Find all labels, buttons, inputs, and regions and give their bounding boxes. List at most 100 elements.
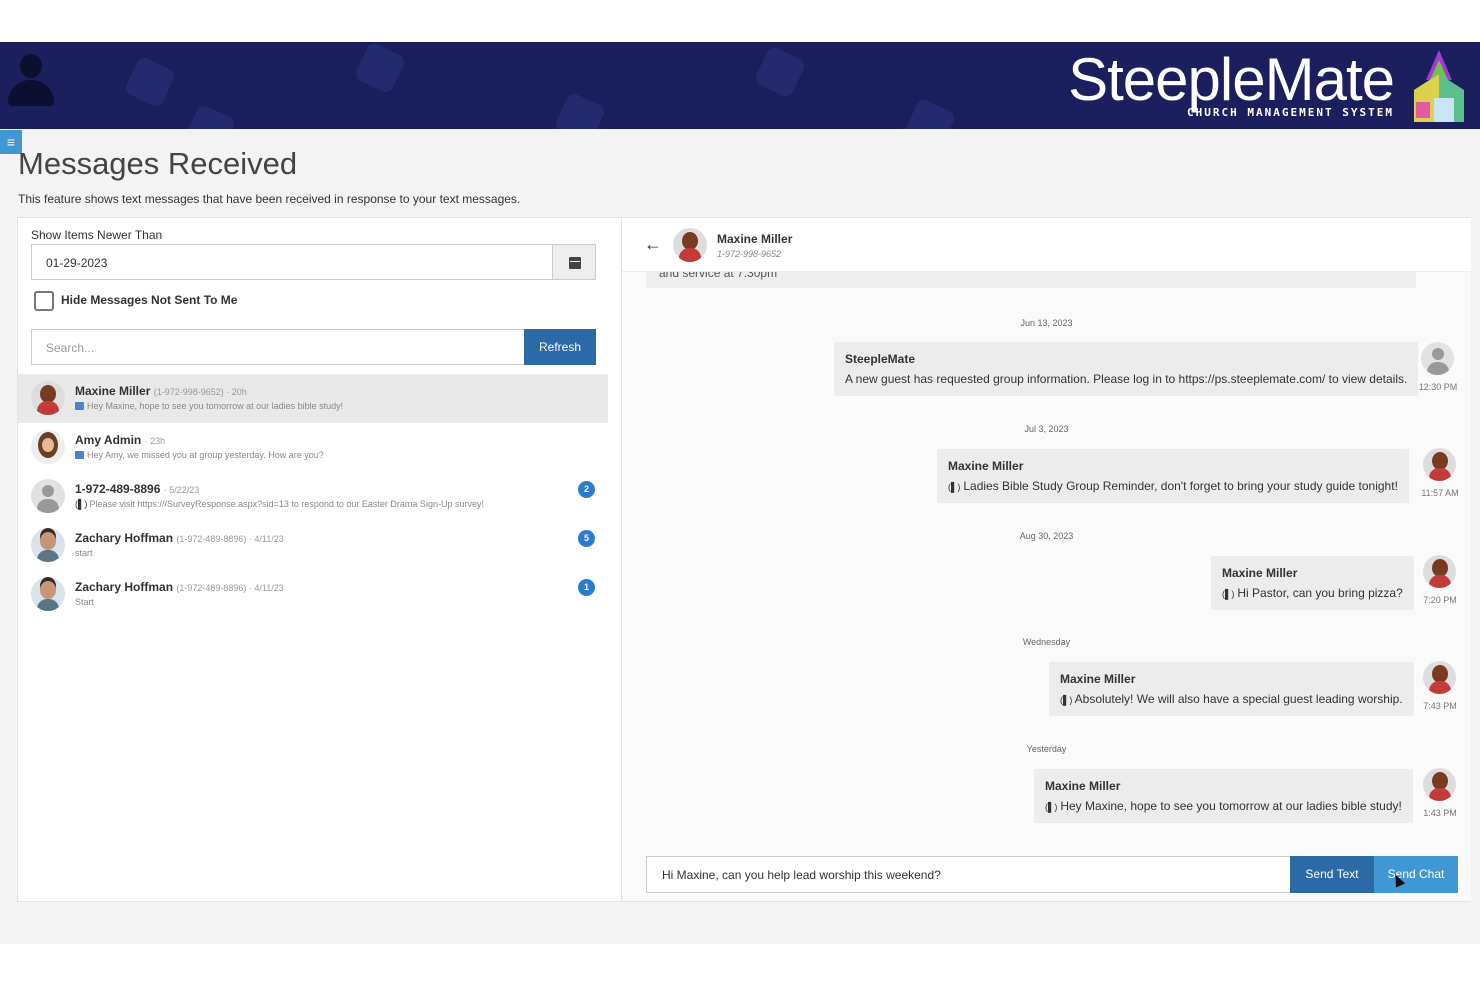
- conversation-snippet: Start: [75, 597, 95, 607]
- message-time: 7:43 PM: [1423, 701, 1457, 711]
- conversation-item[interactable]: Amy Admin · 23h Hey Amy, we missed you a…: [18, 423, 608, 472]
- send-chat-button[interactable]: Send Chat: [1374, 856, 1458, 893]
- contact-name: Zachary Hoffman: [75, 531, 174, 545]
- message-sender: Maxine Miller: [1222, 566, 1298, 580]
- page-description: This feature shows text messages that ha…: [18, 192, 521, 206]
- conversation-snippet: Hey Maxine, hope to see you tomorrow at …: [75, 401, 343, 411]
- message-bubble: Maxine Miller (▌) Absolutely! We will al…: [1049, 662, 1414, 716]
- message-bubble: SteepleMate A new guest has requested gr…: [834, 342, 1419, 396]
- puzzle-decoration: [183, 103, 237, 129]
- phone-icon: (▌): [1222, 589, 1235, 599]
- avatar: [1423, 768, 1456, 801]
- phone-icon: (▌): [1060, 695, 1073, 705]
- message-body: Ladies Bible Study Group Reminder, don't…: [963, 479, 1398, 493]
- phone-icon: (▌): [1045, 802, 1058, 812]
- message-body: Hi Pastor, can you bring pizza?: [1237, 586, 1403, 600]
- conversation-meta: (1-972-998-9652) · 20h: [153, 387, 247, 397]
- date-divider: Yesterday: [1026, 744, 1067, 754]
- contact-name: Zachary Hoffman: [75, 580, 174, 594]
- snippet-text: Hey Amy, we missed you at group yesterda…: [87, 450, 324, 460]
- message-bubble: Maxine Miller (▌) Ladies Bible Study Gro…: [937, 449, 1409, 503]
- message-bubble: Maxine Miller (▌) Hey Maxine, hope to se…: [1034, 769, 1413, 823]
- calendar-icon: [569, 257, 581, 269]
- message-text: (▌) Hi Pastor, can you bring pizza?: [1222, 586, 1403, 600]
- snippet-text: Hey Maxine, hope to see you tomorrow at …: [87, 401, 344, 411]
- page-title: Messages Received: [18, 146, 298, 181]
- date-filter-label: Show Items Newer Than: [31, 228, 163, 242]
- calendar-button[interactable]: [552, 244, 596, 280]
- avatar: [1423, 448, 1456, 481]
- conversation-item[interactable]: Zachary Hoffman (1-972-489-8896) · 4/11/…: [18, 521, 608, 570]
- conversation-meta: (1-972-489-8896) · 4/11/23: [176, 583, 284, 593]
- puzzle-decoration: [903, 97, 957, 129]
- top-banner: SteepleMate CHURCH MANAGEMENT SYSTEM: [0, 42, 1480, 129]
- message-time: 11:57 AM: [1421, 488, 1459, 498]
- search-input[interactable]: Search...: [31, 329, 525, 365]
- avatar-head: [20, 54, 42, 78]
- puzzle-decoration: [353, 42, 407, 95]
- chat-contact-name: Maxine Miller: [717, 232, 793, 246]
- conversation-item[interactable]: Zachary Hoffman (1-972-489-8896) · 4/11/…: [18, 570, 608, 619]
- message-sender: SteepleMate: [845, 352, 916, 366]
- chat-message-icon: [75, 402, 84, 410]
- unread-badge: 5: [578, 530, 595, 547]
- date-divider: Wednesday: [1022, 637, 1071, 647]
- steeple-logo-icon: [1414, 50, 1464, 122]
- message-sender: Maxine Miller: [948, 459, 1024, 473]
- message-body: Absolutely! We will also have a special …: [1074, 692, 1403, 706]
- message-time: 1:43 PM: [1423, 808, 1457, 818]
- message-compose-input[interactable]: Hi Maxine, can you help lead worship thi…: [646, 856, 1291, 893]
- puzzle-decoration: [123, 55, 177, 109]
- hide-messages-checkbox[interactable]: [34, 291, 54, 311]
- conversation-meta: (1-972-489-8896) · 4/11/23: [176, 534, 284, 544]
- chat-contact-phone: 1-972-998-9652: [717, 249, 782, 259]
- message-text: (▌) Ladies Bible Study Group Reminder, d…: [948, 479, 1398, 493]
- conversation-item[interactable]: 1-972-489-8896 · 5/22/23 (▌) Please visi…: [18, 472, 608, 521]
- brand-wordmark: SteepleMate CHURCH MANAGEMENT SYSTEM: [1068, 48, 1395, 120]
- send-text-button[interactable]: Send Text: [1290, 856, 1374, 893]
- avatar: [31, 577, 65, 611]
- avatar: [31, 381, 65, 415]
- message-text: (▌) Hey Maxine, hope to see you tomorrow…: [1045, 799, 1402, 813]
- date-filter-input[interactable]: 01-29-2023: [31, 244, 553, 280]
- chat-pane: and service at 7:30pm ← Maxine Miller 1-…: [622, 218, 1471, 901]
- unread-badge: 1: [578, 579, 595, 596]
- message-sender: Maxine Miller: [1045, 779, 1121, 793]
- avatar: [31, 479, 65, 513]
- back-arrow-icon[interactable]: ←: [644, 234, 662, 255]
- chat-header: ← Maxine Miller 1-972-998-9652: [622, 218, 1471, 272]
- conversation-snippet: Hey Amy, we missed you at group yesterda…: [75, 450, 324, 460]
- avatar-body: [8, 80, 54, 106]
- conversation-name: Zachary Hoffman (1-972-489-8896) · 4/11/…: [75, 531, 284, 545]
- user-silhouette-icon[interactable]: [8, 54, 54, 106]
- conversation-meta: · 23h: [144, 436, 166, 446]
- hide-messages-label: Hide Messages Not Sent To Me: [61, 293, 238, 307]
- contact-name: Maxine Miller: [75, 384, 151, 398]
- conversation-snippet: (▌) Please visit https:///SurveyResponse…: [75, 499, 484, 509]
- cutoff-text: and service at 7:30pm: [659, 272, 778, 280]
- contact-name: 1-972-489-8896: [75, 482, 161, 496]
- message-text: A new guest has requested group informat…: [845, 372, 1408, 386]
- date-divider: Jul 3, 2023: [1024, 424, 1069, 434]
- contact-name: Amy Admin: [75, 433, 142, 447]
- conversation-item[interactable]: Maxine Miller (1-972-998-9652) · 20h Hey…: [18, 374, 608, 423]
- date-divider: Aug 30, 2023: [1019, 531, 1074, 541]
- message-time: 7:20 PM: [1423, 595, 1457, 605]
- avatar: [673, 228, 707, 262]
- conversation-name: 1-972-489-8896 · 5/22/23: [75, 482, 199, 496]
- avatar: [1423, 661, 1456, 694]
- puzzle-decoration: [753, 45, 807, 99]
- conversation-meta: · 5/22/23: [163, 485, 200, 495]
- refresh-button[interactable]: Refresh: [524, 329, 596, 365]
- phone-icon: (▌): [948, 482, 961, 492]
- chat-message-icon: [75, 451, 84, 459]
- snippet-text: Please visit https:///SurveyResponse.asp…: [89, 499, 484, 509]
- avatar: [31, 528, 65, 562]
- message-text: (▌) Absolutely! We will also have a spec…: [1060, 692, 1403, 706]
- avatar: [31, 430, 65, 464]
- avatar: [1423, 555, 1456, 588]
- message-bubble: Maxine Miller (▌) Hi Pastor, can you bri…: [1211, 556, 1414, 610]
- date-divider: Jun 13, 2023: [1020, 318, 1073, 328]
- unread-badge: 2: [578, 481, 595, 498]
- conversation-name: Maxine Miller (1-972-998-9652) · 20h: [75, 384, 247, 398]
